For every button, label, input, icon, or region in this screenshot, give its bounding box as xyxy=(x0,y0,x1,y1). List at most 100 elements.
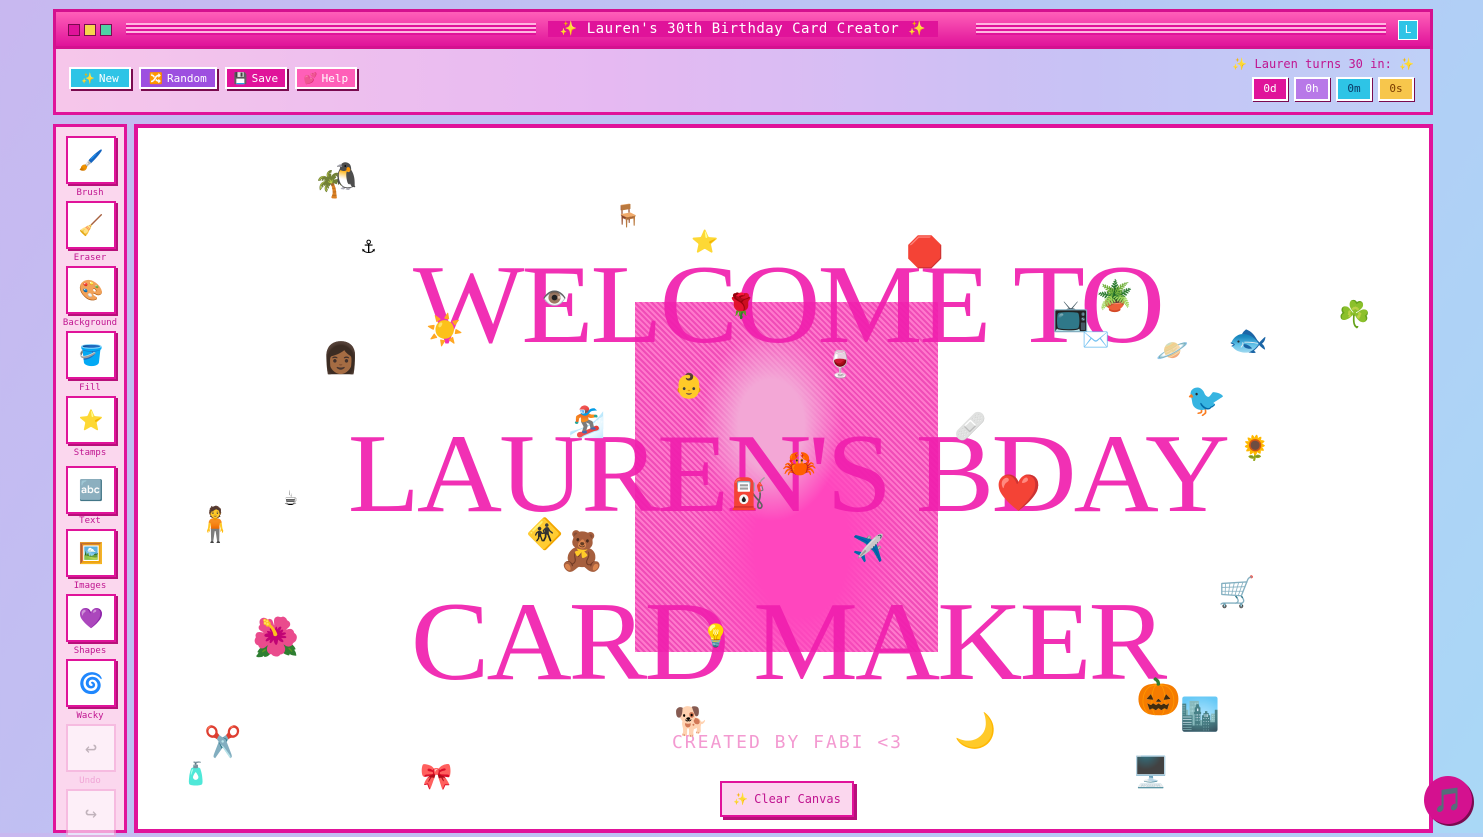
countdown-minutes: 0m xyxy=(1336,77,1372,101)
user-avatar[interactable]: L xyxy=(1398,20,1418,40)
airplane-sticker[interactable]: ✈️ xyxy=(852,536,884,562)
sparkle-icon: ✨ xyxy=(1399,57,1414,71)
save-button[interactable]: 💾 Save xyxy=(225,67,287,89)
heart-sticker[interactable]: ❤️ xyxy=(996,476,1041,512)
window-title-text: Lauren's 30th Birthday Card Creator xyxy=(586,21,900,37)
sparkle-icon: ✨ xyxy=(1232,57,1248,71)
skateboarder-sticker[interactable]: 🏂 xyxy=(568,408,605,438)
heart-icon: 💜 xyxy=(78,606,104,630)
redo-icon: ↪ xyxy=(84,801,98,825)
help-button-label: Help xyxy=(321,71,349,85)
undo-button[interactable]: ↩ xyxy=(66,724,116,772)
broom-icon: 🧹 xyxy=(78,213,104,237)
new-button-label: New xyxy=(98,71,119,85)
sun-sticker[interactable]: ☀️ xyxy=(426,316,463,346)
heart-icon: 💕 xyxy=(303,71,318,85)
wacky-tool-button[interactable]: 🌀 xyxy=(66,659,116,707)
anchor-sticker[interactable]: ⚓ xyxy=(362,236,375,258)
flower-sticker[interactable]: 🌺 xyxy=(252,618,299,656)
stamps-tool-label: Stamps xyxy=(73,448,107,458)
undo-label: Undo xyxy=(79,776,101,786)
shuffle-icon: 🔀 xyxy=(149,71,163,85)
new-button[interactable]: ✨ New xyxy=(69,67,131,89)
fill-tool-button[interactable]: 🪣 xyxy=(66,331,116,379)
countdown-days: 0d xyxy=(1252,77,1288,101)
music-toggle-button[interactable]: 🎵 xyxy=(1424,776,1472,824)
bow-sticker[interactable]: 🎀 xyxy=(420,764,452,790)
countdown-hours: 0h xyxy=(1294,77,1330,101)
moon-sticker[interactable]: 🌙 xyxy=(954,714,996,748)
computer-sticker[interactable]: 🖥️ xyxy=(1132,758,1169,788)
lightbulb-sticker[interactable]: 💡 xyxy=(702,626,729,648)
sparkle-icon: ✨ xyxy=(733,792,749,806)
eraser-tool-button[interactable]: 🧹 xyxy=(66,201,116,249)
bird-sticker[interactable]: 🐦 xyxy=(1186,384,1226,416)
images-tool-label: Images xyxy=(73,581,107,591)
gas-pump-sticker[interactable]: ⛽ xyxy=(730,480,767,510)
images-tool-button[interactable]: 🖼️ xyxy=(66,529,116,577)
redo-button[interactable]: ↪ xyxy=(66,789,116,837)
shapes-tool-button[interactable]: 💜 xyxy=(66,594,116,642)
spray-can-sticker[interactable]: 🧴 xyxy=(182,764,209,786)
pumpkin-sticker[interactable]: 🎃 xyxy=(1136,680,1181,716)
potted-plant-sticker[interactable]: 🪴 xyxy=(1096,282,1133,312)
text-tool-button[interactable]: 🔤 xyxy=(66,466,116,514)
stop-sign-sticker[interactable]: 🛑 xyxy=(906,238,943,268)
goblet-sticker[interactable]: 🍷 xyxy=(824,352,856,378)
sunflower-sticker[interactable]: 🌻 xyxy=(1240,436,1270,460)
toolbar: ✨ New 🔀 Random 💾 Save 💕 Help ✨ Lauren tu… xyxy=(53,49,1433,115)
sparkle-icon: ✨ xyxy=(559,21,578,37)
scissors-sticker[interactable]: ✂️ xyxy=(204,728,241,758)
text-tool-label: Text xyxy=(79,516,101,526)
crab-sticker[interactable]: 🦀 xyxy=(782,450,817,478)
help-button[interactable]: 💕 Help xyxy=(295,67,357,89)
drawing-canvas[interactable]: WELCOME TO LAUREN'S BDAY CARD MAKER CREA… xyxy=(134,124,1433,833)
businesswoman-sticker[interactable]: 🧍 xyxy=(194,508,236,542)
stamps-tool-button[interactable]: ⭐ xyxy=(66,396,116,444)
shapes-tool-label: Shapes xyxy=(73,646,107,656)
fill-tool-label: Fill xyxy=(79,383,101,393)
eraser-tool-label: Eraser xyxy=(73,253,107,263)
star-icon: ⭐ xyxy=(78,408,104,432)
tool-sidebar: 🖌️ Brush 🧹 Eraser 🎨 Background 🪣 Fill ⭐ … xyxy=(53,124,127,837)
teddy-bear-sticker[interactable]: 🧸 xyxy=(558,532,605,570)
random-button[interactable]: 🔀 Random xyxy=(139,67,217,89)
picture-icon: 🖼️ xyxy=(78,541,104,565)
brush-icon: 🖌️ xyxy=(78,148,104,172)
countdown-label-text: Lauren turns 30 in: xyxy=(1254,57,1392,71)
palette-icon: 🎨 xyxy=(78,278,104,302)
background-tool-button[interactable]: 🎨 xyxy=(66,266,116,314)
penguin-sticker[interactable]: 🐧 xyxy=(330,164,362,190)
woman-sticker[interactable]: 👩🏾 xyxy=(322,344,359,374)
bandage-sticker[interactable]: 🩹 xyxy=(954,414,986,440)
clear-canvas-button[interactable]: ✨ Clear Canvas xyxy=(720,781,854,817)
dog-sticker[interactable]: 🐕 xyxy=(674,708,709,736)
baby-sticker[interactable]: 👶 xyxy=(674,374,704,398)
wacky-tool-label: Wacky xyxy=(76,711,104,721)
shamrock-sticker[interactable]: ☘️ xyxy=(1338,302,1370,328)
background-tool-label: Background xyxy=(62,318,118,328)
random-button-label: Random xyxy=(166,71,207,85)
star-sticker[interactable]: ⭐ xyxy=(691,232,718,254)
spiral-icon: 🌀 xyxy=(78,671,104,695)
planet-sticker[interactable]: 🪐 xyxy=(1156,338,1188,364)
chair-sticker[interactable]: 🪑 xyxy=(614,206,641,228)
sparkle-icon: ✨ xyxy=(81,71,95,85)
coffee-cup-sticker[interactable]: ☕ xyxy=(284,488,297,510)
rose-sticker[interactable]: 🌹 xyxy=(726,294,756,318)
countdown-label: ✨ Lauren turns 30 in: ✨ xyxy=(1232,57,1414,71)
floppy-disk-icon: 💾 xyxy=(233,71,248,85)
fish-sticker[interactable]: 🐟 xyxy=(1228,324,1268,356)
sparkle-icon: ✨ xyxy=(908,21,927,37)
envelope-sticker[interactable]: ✉️ xyxy=(1082,330,1109,352)
music-note-icon: 🎵 xyxy=(1433,786,1463,814)
window-title: ✨ Lauren's 30th Birthday Card Creator ✨ xyxy=(56,21,1430,37)
wagon-sticker[interactable]: 🛒 xyxy=(1218,578,1255,608)
clear-canvas-label: Clear Canvas xyxy=(754,792,841,806)
undo-icon: ↩ xyxy=(84,736,98,760)
bucket-icon: 🪣 xyxy=(78,343,104,367)
city-sticker[interactable]: 🏙️ xyxy=(1180,698,1220,730)
brush-tool-button[interactable]: 🖌️ xyxy=(66,136,116,184)
eye-sticker[interactable]: 👁️ xyxy=(542,288,567,308)
brush-tool-label: Brush xyxy=(76,188,104,198)
